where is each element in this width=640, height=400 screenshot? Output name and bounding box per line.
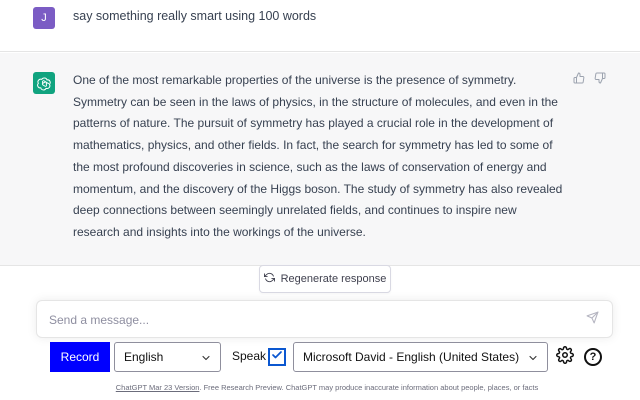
- voice-selected-value: Microsoft David - English (United States…: [303, 350, 520, 364]
- speak-checkbox[interactable]: [268, 348, 286, 366]
- user-avatar: J: [33, 7, 55, 29]
- record-button[interactable]: Record: [50, 342, 110, 372]
- thumbs-down-icon[interactable]: [593, 71, 607, 85]
- message-input[interactable]: [49, 310, 569, 330]
- regenerate-response-button[interactable]: Regenerate response: [259, 265, 391, 293]
- user-message-text: say something really smart using 100 wor…: [73, 9, 317, 23]
- user-message-row: J say something really smart using 100 w…: [0, 0, 640, 52]
- settings-button[interactable]: [556, 345, 574, 369]
- version-link[interactable]: ChatGPT Mar 23 Version: [116, 383, 200, 392]
- assistant-message-row: One of the most remarkable properties of…: [0, 53, 640, 266]
- regenerate-label: Regenerate response: [280, 273, 387, 285]
- paper-plane-icon: [586, 311, 599, 329]
- message-composer: [36, 300, 613, 338]
- question-circle-icon[interactable]: ?: [584, 348, 602, 366]
- language-selected-value: English: [124, 350, 164, 364]
- openai-logo-icon: [33, 72, 55, 94]
- chevron-down-icon: [527, 352, 539, 367]
- speak-label: Speak: [232, 349, 267, 363]
- language-select[interactable]: English: [114, 342, 221, 372]
- gear-icon: [556, 345, 574, 369]
- assistant-message-text: One of the most remarkable properties of…: [73, 73, 563, 239]
- voice-select[interactable]: Microsoft David - English (United States…: [293, 342, 548, 372]
- chevron-down-icon: [200, 352, 212, 367]
- refresh-icon: [263, 272, 275, 286]
- footer-text: . Free Research Preview. ChatGPT may pro…: [199, 383, 539, 392]
- footer-disclaimer: ChatGPT Mar 23 Version. Free Research Pr…: [0, 383, 640, 392]
- thumbs-up-icon[interactable]: [572, 71, 586, 85]
- checkmark-icon: [271, 348, 283, 366]
- send-button[interactable]: [584, 311, 600, 329]
